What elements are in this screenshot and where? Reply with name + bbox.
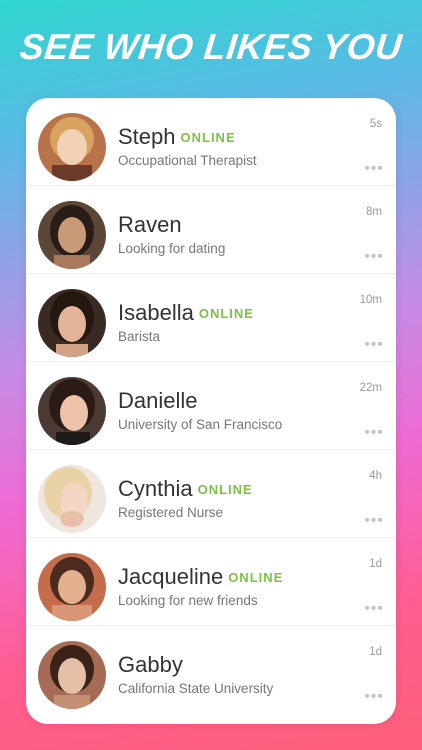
person-name: Gabby [118, 652, 183, 677]
person-subtitle: Looking for dating [118, 241, 226, 256]
headline: SEE WHO LIKES YOU [17, 26, 405, 67]
list-item[interactable]: Cynthia ONLINE Registered Nurse 4h ••• [26, 450, 396, 538]
timestamp: 22m [359, 382, 382, 394]
online-badge: ONLINE [180, 130, 236, 145]
person-subtitle: University of San Francisco [118, 417, 283, 432]
online-badge: ONLINE [198, 306, 254, 321]
list-item[interactable]: Raven Looking for dating 8m ••• [26, 186, 396, 274]
list-item[interactable]: Steph ONLINE Occupational Therapist 5s ••… [26, 98, 396, 186]
avatar[interactable] [38, 553, 106, 621]
timestamp: 1d [369, 558, 382, 570]
more-options-icon[interactable]: ••• [364, 336, 384, 354]
list-item[interactable]: Danielle University of San Francisco 22m… [26, 362, 396, 450]
person-subtitle: Occupational Therapist [118, 153, 257, 168]
timestamp: 5s [369, 118, 382, 130]
timestamp: 8m [366, 206, 382, 218]
more-options-icon[interactable]: ••• [364, 688, 384, 706]
list-item[interactable]: Isabella ONLINE Barista 10m ••• [26, 274, 396, 362]
avatar[interactable] [38, 641, 106, 709]
timestamp: 4h [369, 470, 382, 482]
more-options-icon[interactable]: ••• [364, 248, 384, 266]
online-badge: ONLINE [228, 570, 284, 585]
avatar[interactable] [38, 377, 106, 445]
more-options-icon[interactable]: ••• [364, 600, 384, 618]
person-name: Danielle [118, 388, 198, 413]
person-subtitle: Registered Nurse [118, 505, 224, 520]
list-item[interactable]: Gabby California State University 1d ••• [26, 626, 396, 714]
timestamp: 1d [369, 646, 382, 658]
avatar[interactable] [38, 465, 106, 533]
person-name: Steph ONLINE [118, 124, 236, 149]
online-badge: ONLINE [197, 482, 253, 497]
list-item[interactable]: Jacqueline ONLINE Looking for new friends… [26, 538, 396, 626]
person-subtitle: Looking for new friends [118, 593, 258, 608]
more-options-icon[interactable]: ••• [364, 424, 384, 442]
person-subtitle: Barista [118, 329, 161, 344]
timestamp: 10m [359, 294, 382, 306]
more-options-icon[interactable]: ••• [364, 512, 384, 530]
avatar[interactable] [38, 201, 106, 269]
person-subtitle: California State University [118, 681, 274, 696]
person-name: Jacqueline ONLINE [118, 564, 284, 589]
person-name: Cynthia ONLINE [118, 476, 253, 501]
more-options-icon[interactable]: ••• [364, 160, 384, 178]
person-name: Raven [118, 212, 182, 237]
avatar[interactable] [38, 289, 106, 357]
person-name: Isabella ONLINE [118, 300, 254, 325]
avatar[interactable] [38, 113, 106, 181]
likes-list: Steph ONLINE Occupational Therapist 5s ••… [26, 98, 396, 724]
